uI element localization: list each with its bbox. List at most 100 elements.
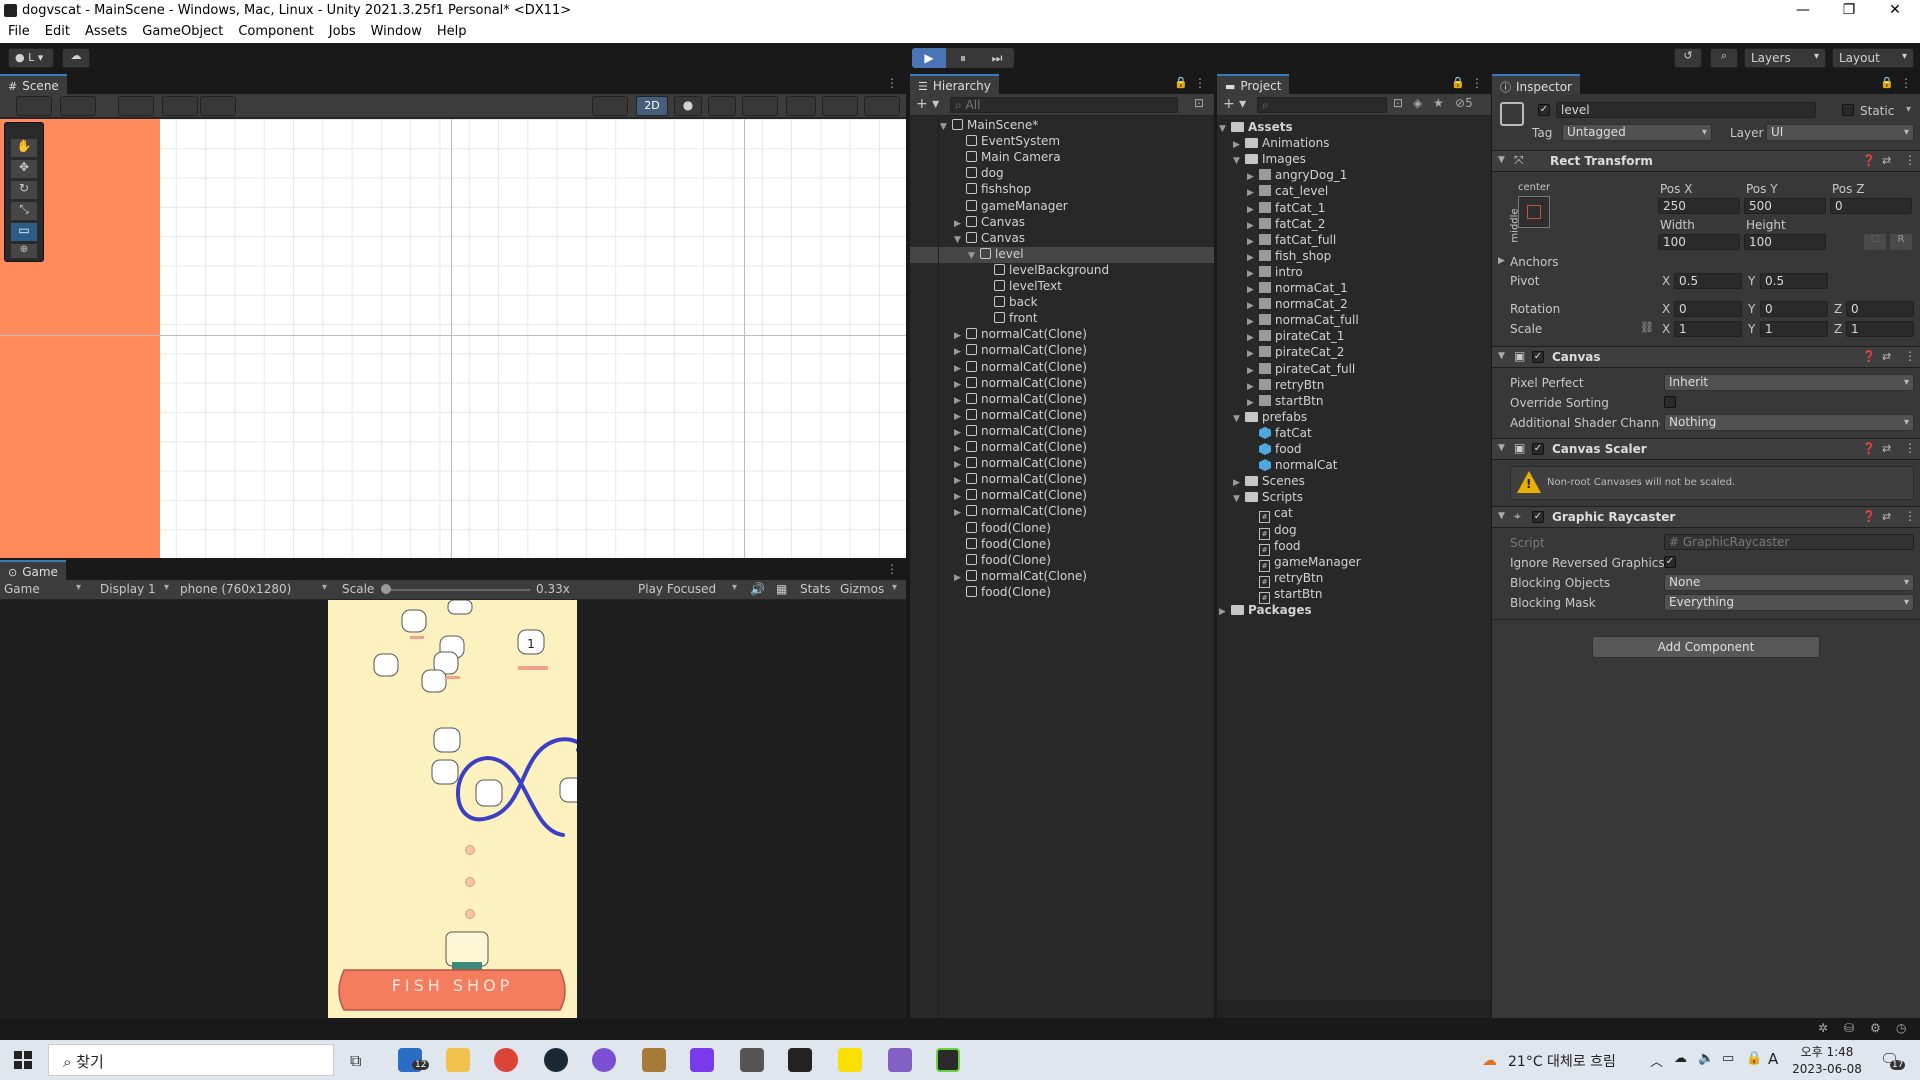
- static-checkbox[interactable]: [1842, 104, 1854, 116]
- network-icon[interactable]: ▭: [1722, 1051, 1734, 1066]
- panel-menu-icon[interactable]: ⋮: [886, 76, 898, 90]
- hierarchy-item[interactable]: ▼ level: [910, 246, 1214, 263]
- hierarchy-item[interactable]: back: [910, 295, 1214, 311]
- pivot-y-field[interactable]: 0.5: [1760, 273, 1828, 289]
- hierarchy-item[interactable]: ▶ normalCat(Clone): [910, 504, 1214, 520]
- raycaster-help-icon[interactable]: ❓: [1862, 510, 1876, 523]
- gizmos-button[interactable]: Gizmos: [840, 582, 884, 596]
- ignore-reversed-checkbox[interactable]: ✓: [1664, 556, 1676, 568]
- collapse-arrow-icon[interactable]: ▶: [954, 508, 966, 518]
- game-view-dropdown[interactable]: Game: [4, 582, 40, 596]
- canvas-help-icon[interactable]: ❓: [1862, 350, 1876, 363]
- steam-icon[interactable]: [544, 1048, 568, 1072]
- collapse-arrow-icon[interactable]: ▶: [954, 476, 966, 486]
- canvas-scaler-header[interactable]: ▼ ▣ ✓ Canvas Scaler ❓ ⇄ ⋮: [1492, 438, 1920, 460]
- debug-icon[interactable]: ✲: [1818, 1021, 1828, 1035]
- collapse-arrow-icon[interactable]: ▶: [954, 380, 966, 390]
- hidden-objects-icon[interactable]: [786, 96, 816, 116]
- search-options-icon[interactable]: ⊡: [1194, 96, 1204, 110]
- camera-dropdown[interactable]: [822, 96, 858, 116]
- canvas-scaler-enabled-checkbox[interactable]: ✓: [1532, 443, 1544, 455]
- hierarchy-item[interactable]: food(Clone): [910, 521, 1214, 537]
- expand-arrow-icon[interactable]: ▼: [954, 235, 966, 245]
- shader-channels-dropdown[interactable]: Nothing: [1664, 414, 1914, 431]
- width-field[interactable]: 100: [1658, 234, 1740, 250]
- transform-tool-icon[interactable]: ⊕: [11, 244, 37, 258]
- menu-gameobject[interactable]: GameObject: [134, 22, 230, 39]
- display-dropdown[interactable]: Display 1: [100, 582, 156, 596]
- step-button[interactable]: ⏭: [980, 48, 1014, 68]
- minimize-button[interactable]: —: [1780, 0, 1826, 22]
- project-item[interactable]: ▶ normaCat_2: [1217, 297, 1491, 313]
- render-dropdown[interactable]: [60, 96, 96, 116]
- collapse-arrow-icon[interactable]: ▶: [954, 347, 966, 357]
- collapse-arrow-icon[interactable]: ▶: [954, 412, 966, 422]
- project-item[interactable]: ▶ normaCat_full: [1217, 313, 1491, 329]
- tab-hierarchy[interactable]: ☰ Hierarchy: [910, 74, 999, 94]
- hierarchy-item[interactable]: food(Clone): [910, 585, 1214, 601]
- hierarchy-item[interactable]: fishshop: [910, 182, 1214, 198]
- canvas-scaler-help-icon[interactable]: ❓: [1862, 442, 1876, 455]
- canvas-preset-icon[interactable]: ⇄: [1882, 350, 1891, 363]
- play-focused-dropdown[interactable]: Play Focused: [638, 582, 716, 596]
- project-item[interactable]: ▶ retryBtn: [1217, 378, 1491, 394]
- rotation-x-field[interactable]: 0: [1674, 301, 1742, 317]
- project-item[interactable]: fatCat: [1217, 426, 1491, 442]
- scale-slider[interactable]: [384, 589, 530, 591]
- project-item[interactable]: normalCat: [1217, 458, 1491, 474]
- layout-dropdown[interactable]: Layout ▾: [1832, 48, 1914, 68]
- project-item[interactable]: ▶ pirateCat_2: [1217, 345, 1491, 361]
- kakaotalk-icon[interactable]: [838, 1048, 862, 1072]
- rotation-y-field[interactable]: 0: [1760, 301, 1828, 317]
- project-item[interactable]: ▶ pirateCat_full: [1217, 362, 1491, 378]
- tray-cloud-icon[interactable]: ☁: [1674, 1051, 1687, 1066]
- constrain-proportions-icon[interactable]: ⛓: [1640, 321, 1654, 334]
- shading-dropdown[interactable]: [592, 96, 628, 116]
- menu-component[interactable]: Component: [230, 22, 320, 39]
- collapse-arrow-icon[interactable]: ▶: [1247, 237, 1259, 247]
- game-panel-menu-icon[interactable]: ⋮: [886, 562, 898, 576]
- project-item[interactable]: ▶ Packages: [1217, 603, 1491, 619]
- collapse-arrow-icon[interactable]: ▶: [1247, 172, 1259, 182]
- project-item[interactable]: # cat: [1217, 506, 1491, 524]
- collapse-arrow-icon[interactable]: ▶: [954, 573, 966, 583]
- rotate-tool-icon[interactable]: ↻: [11, 181, 37, 199]
- tab-scene[interactable]: # Scene: [0, 74, 67, 94]
- canvas-component-header[interactable]: ▼ ▣ ✓ Canvas ❓ ⇄ ⋮: [1492, 346, 1920, 368]
- taskbar-search-box[interactable]: ⌕ 찾기: [48, 1044, 334, 1076]
- tab-inspector[interactable]: ⓘ Inspector: [1492, 74, 1580, 94]
- maximize-button[interactable]: ❐: [1826, 0, 1872, 22]
- discord-icon[interactable]: [592, 1048, 616, 1072]
- stats-button[interactable]: Stats: [800, 582, 831, 596]
- tab-game[interactable]: ⊙ Game: [0, 560, 66, 580]
- draw-mode-dropdown[interactable]: [16, 96, 52, 116]
- task-view-icon[interactable]: ⧉: [350, 1051, 361, 1071]
- hierarchy-item[interactable]: ▶ normalCat(Clone): [910, 392, 1214, 408]
- project-item[interactable]: ▶ Scenes: [1217, 474, 1491, 490]
- project-menu-icon[interactable]: ⋮: [1471, 76, 1483, 90]
- hierarchy-item[interactable]: ▶ normalCat(Clone): [910, 569, 1214, 585]
- blocking-objects-dropdown[interactable]: None: [1664, 574, 1914, 591]
- scene-viewport[interactable]: [0, 119, 906, 558]
- collapse-arrow-icon[interactable]: ▶: [1247, 333, 1259, 343]
- weather-text[interactable]: 21°C 대체로 흐림: [1508, 1051, 1616, 1071]
- collapse-arrow-icon[interactable]: ▶: [1247, 382, 1259, 392]
- tag-dropdown[interactable]: Untagged: [1562, 124, 1712, 141]
- expand-arrow-icon[interactable]: ▼: [1219, 124, 1231, 134]
- ime-indicator[interactable]: A: [1768, 1050, 1778, 1068]
- project-item[interactable]: # gameManager: [1217, 555, 1491, 572]
- hierarchy-item[interactable]: ▶ normalCat(Clone): [910, 343, 1214, 359]
- expand-arrow-icon[interactable]: ▼: [1233, 414, 1245, 424]
- scale-slider-handle[interactable]: [381, 584, 391, 594]
- project-item[interactable]: ▶ angryDog_1: [1217, 168, 1491, 184]
- cloud-icon[interactable]: ☁: [62, 48, 90, 68]
- expand-arrow-icon[interactable]: ▼: [1233, 494, 1245, 504]
- component-menu-icon[interactable]: ⋮: [1904, 153, 1916, 167]
- project-lock-icon[interactable]: 🔒: [1451, 76, 1465, 89]
- hierarchy-item[interactable]: ▶ normalCat(Clone): [910, 440, 1214, 456]
- collapse-arrow-icon[interactable]: ▶: [1233, 140, 1245, 150]
- menu-help[interactable]: Help: [429, 22, 474, 39]
- collapse-arrow-icon[interactable]: ▶: [1247, 349, 1259, 359]
- menu-assets[interactable]: Assets: [77, 22, 134, 39]
- canvas-enabled-checkbox[interactable]: ✓: [1532, 351, 1544, 363]
